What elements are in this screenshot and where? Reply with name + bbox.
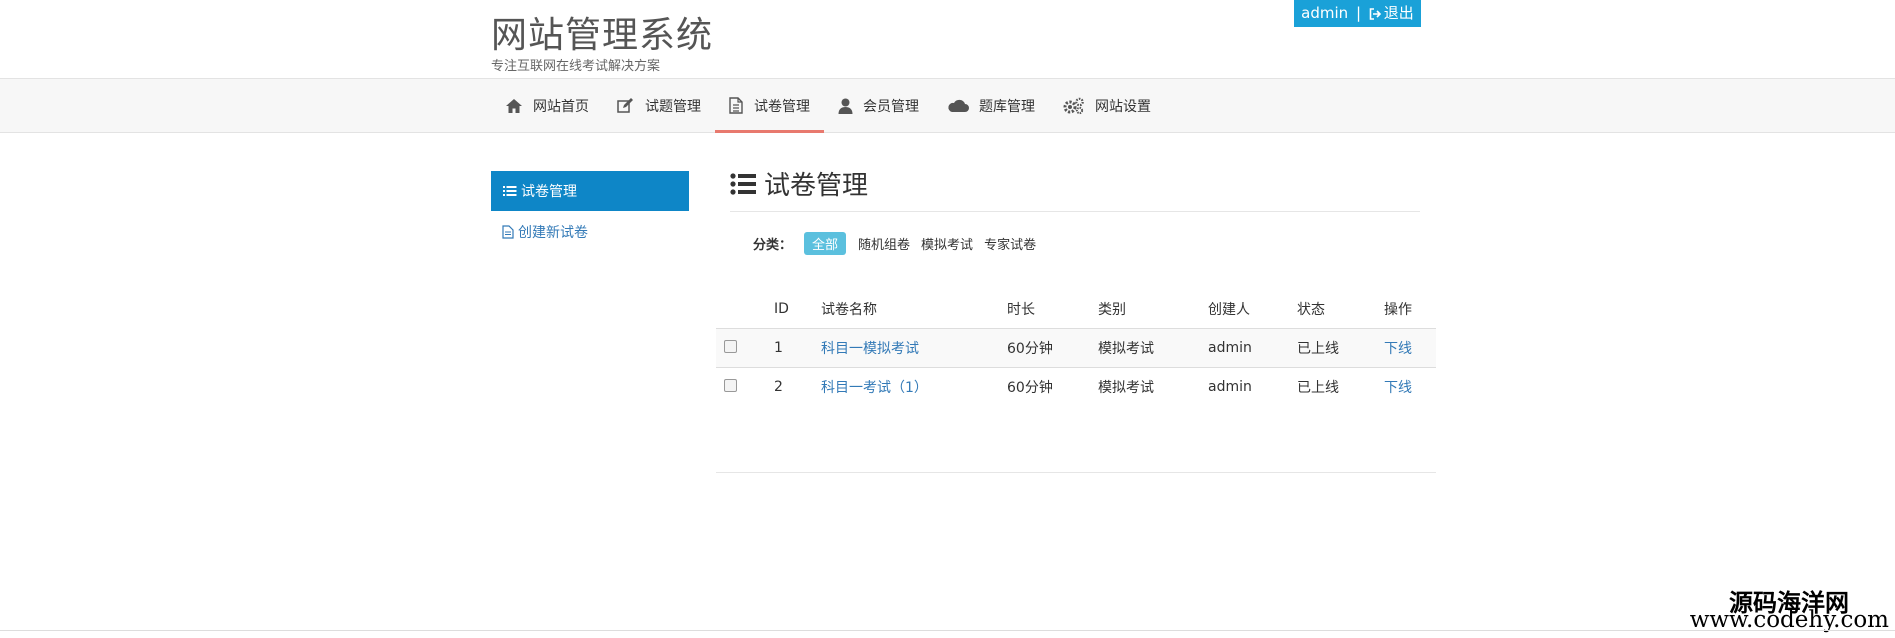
logout-label: 退出 xyxy=(1383,4,1414,22)
filter-option-expert[interactable]: 专家试卷 xyxy=(984,234,1036,253)
page-title: 试卷管理 xyxy=(764,171,869,201)
sidebar-item-label: 试卷管理 xyxy=(521,184,577,200)
cell-status: 已上线 xyxy=(1297,380,1339,396)
user-box: admin | 退出 xyxy=(1294,0,1421,27)
category-filter: 分类： 全部 随机组卷 模拟考试 专家试卷 xyxy=(753,231,1047,255)
offline-link[interactable]: 下线 xyxy=(1384,380,1412,396)
home-icon xyxy=(506,98,522,113)
cell-action: 下线 xyxy=(1384,368,1436,407)
cell-creator: admin xyxy=(1208,328,1297,368)
filter-label: 分类： xyxy=(753,237,793,253)
document-icon xyxy=(729,97,743,114)
paper-name-link[interactable]: 科目一考试（1） xyxy=(821,380,928,396)
filter-option-random[interactable]: 随机组卷 xyxy=(858,234,910,253)
header-checkbox-cell xyxy=(716,290,774,329)
cell-name: 科目一考试（1） xyxy=(821,368,1007,407)
cloud-icon xyxy=(948,99,969,112)
header: 网站管理系统 专注互联网在线考试解决方案 admin | 退出 xyxy=(0,0,1895,78)
gears-icon xyxy=(1063,97,1084,114)
nav-label: 试题管理 xyxy=(645,98,701,115)
nav-item-questions[interactable]: 试题管理 xyxy=(603,79,715,132)
papers-table: ID 试卷名称 时长 类别 创建人 状态 操作 1 科目一模拟考试 60分钟 模… xyxy=(716,290,1436,406)
user-icon xyxy=(838,98,853,114)
cell-action: 下线 xyxy=(1384,328,1436,368)
edit-icon xyxy=(617,97,633,113)
column-header-status: 状态 xyxy=(1297,290,1384,329)
nav-item-question-bank[interactable]: 题库管理 xyxy=(933,79,1049,132)
sidebar-item-label: 创建新试卷 xyxy=(518,225,588,241)
logout-icon xyxy=(1369,2,1382,29)
row-checkbox[interactable] xyxy=(724,339,737,353)
table-row: 1 科目一模拟考试 60分钟 模拟考试 admin 已上线 下线 xyxy=(716,328,1436,368)
main-nav: 网站首页 试题管理 试卷管理 会员管理 题库管理 网站设置 xyxy=(0,78,1895,133)
nav-label: 会员管理 xyxy=(863,98,919,115)
username-link[interactable]: admin xyxy=(1301,4,1348,22)
nav-label: 网站设置 xyxy=(1095,98,1151,115)
list-icon xyxy=(730,172,756,195)
cell-creator: admin xyxy=(1208,379,1252,395)
nav-label: 题库管理 xyxy=(979,98,1035,115)
cell-duration: 60分钟 xyxy=(1007,380,1053,396)
row-checkbox-cell xyxy=(716,368,774,407)
nav-item-members[interactable]: 会员管理 xyxy=(824,79,933,132)
column-header-action: 操作 xyxy=(1384,290,1436,329)
site-title: 网站管理系统 xyxy=(491,15,714,56)
site-subtitle: 专注互联网在线考试解决方案 xyxy=(491,59,661,74)
cell-status: 已上线 xyxy=(1297,328,1384,368)
row-checkbox-cell xyxy=(716,328,774,368)
page-heading: 试卷管理 xyxy=(730,165,868,202)
column-header-name: 试卷名称 xyxy=(821,290,1007,329)
column-header-duration: 时长 xyxy=(1007,290,1098,329)
table-header-row: ID 试卷名称 时长 类别 创建人 状态 操作 xyxy=(716,290,1436,329)
list-icon xyxy=(503,186,517,196)
column-header-creator: 创建人 xyxy=(1208,290,1297,329)
divider xyxy=(0,630,1895,631)
filter-option-all[interactable]: 全部 xyxy=(804,231,847,255)
nav-item-home[interactable]: 网站首页 xyxy=(491,79,603,132)
document-icon xyxy=(502,225,514,239)
cell-category: 模拟考试 xyxy=(1098,328,1208,368)
divider xyxy=(716,472,1436,473)
cell-id: 2 xyxy=(774,379,783,395)
nav-label: 网站首页 xyxy=(533,98,589,115)
row-checkbox[interactable] xyxy=(724,378,737,392)
paper-name-link[interactable]: 科目一模拟考试 xyxy=(821,341,919,357)
table-row: 2 科目一考试（1） 60分钟 模拟考试 admin 已上线 下线 xyxy=(716,368,1436,407)
cell-id: 1 xyxy=(774,328,821,368)
offline-link[interactable]: 下线 xyxy=(1384,341,1412,357)
cell-category: 模拟考试 xyxy=(1098,380,1154,396)
logout-button[interactable]: 退出 xyxy=(1369,4,1414,22)
sidebar-item-papers[interactable]: 试卷管理 xyxy=(491,171,689,211)
sidebar-item-create-paper[interactable]: 创建新试卷 xyxy=(502,222,588,242)
cell-duration: 60分钟 xyxy=(1007,328,1098,368)
filter-option-mock[interactable]: 模拟考试 xyxy=(921,234,973,253)
divider xyxy=(730,211,1420,212)
nav-label: 试卷管理 xyxy=(754,98,810,115)
column-header-id: ID xyxy=(774,290,821,329)
cell-name: 科目一模拟考试 xyxy=(821,328,1007,368)
column-header-category: 类别 xyxy=(1098,290,1208,329)
nav-item-papers[interactable]: 试卷管理 xyxy=(715,79,824,133)
nav-item-settings[interactable]: 网站设置 xyxy=(1049,79,1165,132)
user-separator: | xyxy=(1355,4,1362,22)
